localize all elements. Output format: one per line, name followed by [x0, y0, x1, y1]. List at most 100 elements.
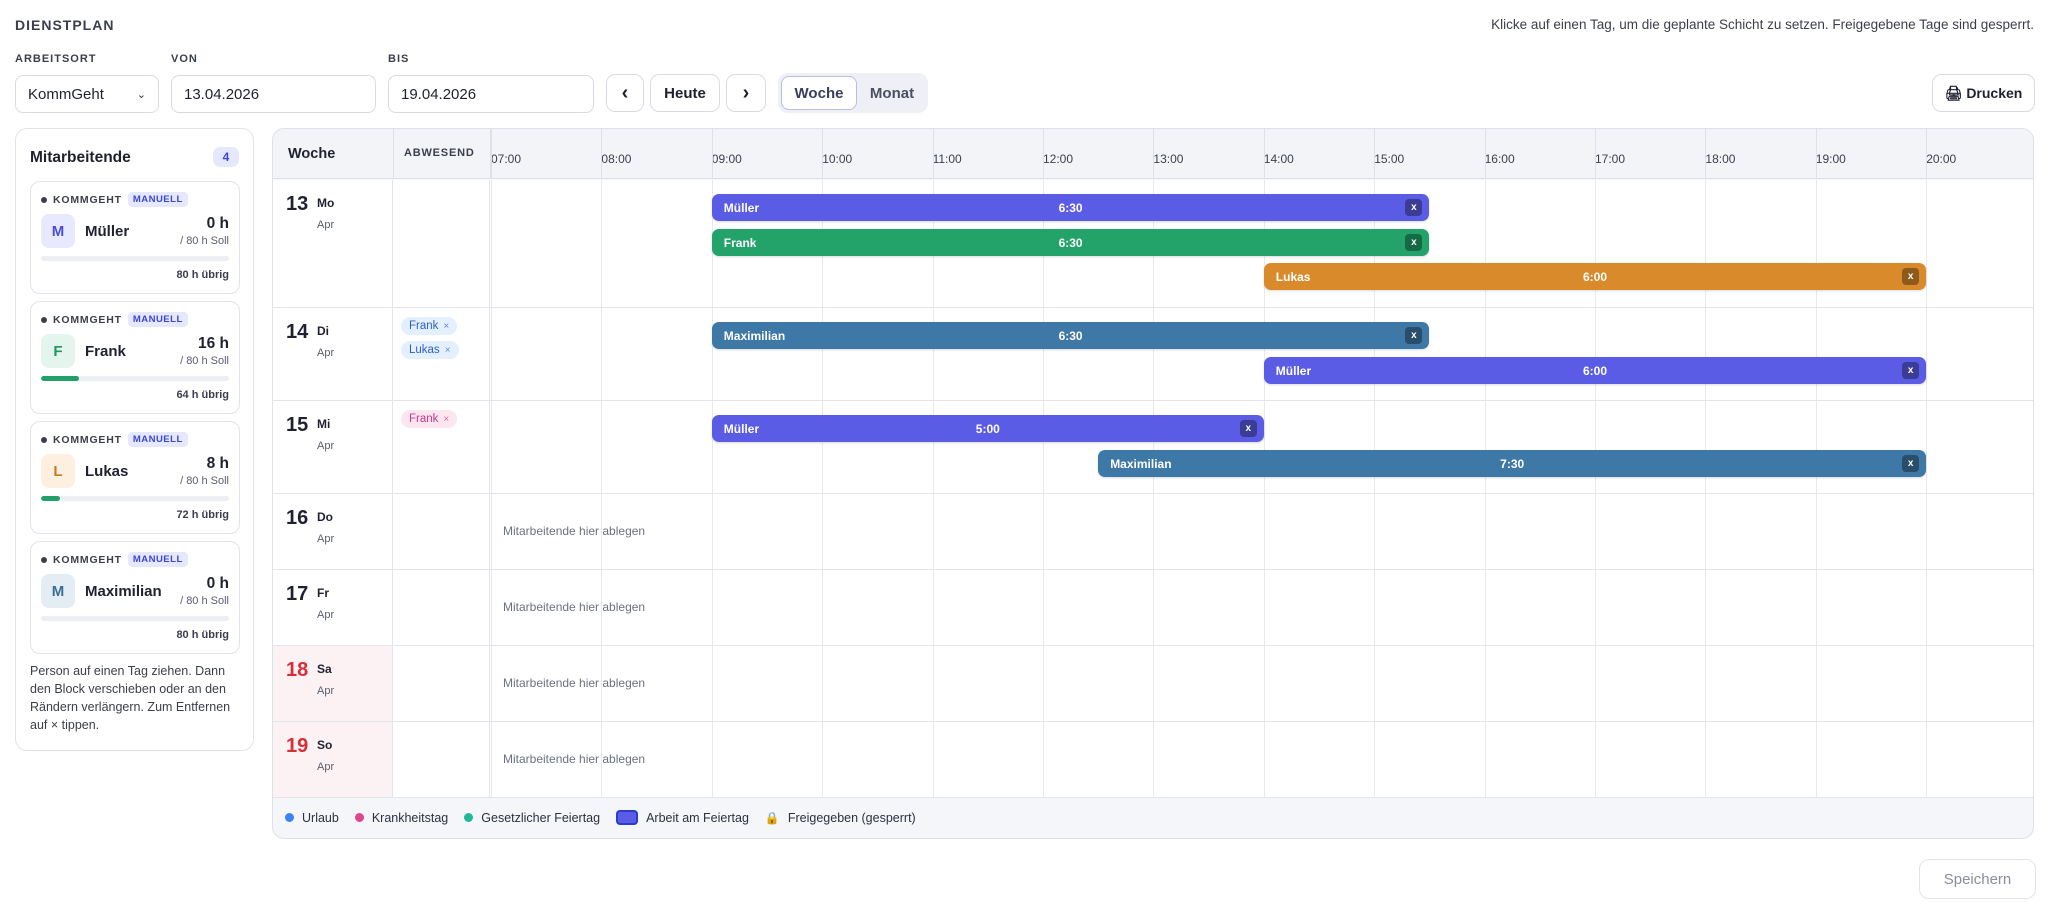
absence-cell[interactable]: Frank × Lukas ×: [393, 308, 490, 400]
shift-duration: 6:30: [1058, 201, 1083, 215]
shift-block[interactable]: Müller 6:30 x: [711, 194, 1430, 221]
absence-cell[interactable]: Frank ×: [393, 401, 490, 493]
to-date-input[interactable]: 19.04.2026: [388, 75, 594, 113]
absence-cell[interactable]: [393, 494, 490, 569]
close-icon[interactable]: x: [1902, 268, 1920, 285]
vacation-chip[interactable]: Frank ×: [401, 317, 458, 335]
day-label-cell: 14 Di Apr: [273, 308, 393, 400]
grid-line: [1043, 722, 1044, 797]
shift-duration: 5:00: [975, 422, 1000, 436]
view-month-button[interactable]: Monat: [859, 76, 925, 110]
close-icon[interactable]: x: [1902, 454, 1920, 472]
sick-chip[interactable]: Frank ×: [401, 410, 458, 428]
employee-card[interactable]: KOMMGEHT MANUELL F Frank 16 h / 80 h Sol…: [30, 301, 240, 414]
employee-location-label: KOMMGEHT: [53, 193, 122, 206]
to-label: BIS: [388, 53, 410, 65]
remove-icon[interactable]: ×: [445, 345, 451, 356]
grid-line: [711, 494, 713, 569]
sick-dot-icon: [354, 813, 364, 822]
prev-week-button[interactable]: ‹: [606, 74, 644, 112]
manual-badge: MANUELL: [127, 432, 188, 447]
sidebar-title: Mitarbeitende: [30, 149, 131, 166]
grid-line: [1815, 722, 1817, 797]
close-icon[interactable]: x: [1405, 327, 1423, 344]
today-button[interactable]: Heute: [650, 74, 720, 112]
hours-progress-bar: [41, 256, 229, 261]
grid-line: [1595, 308, 1596, 400]
legend-locked-label: Freigegeben (gesperrt): [787, 810, 916, 825]
grid-line: [1595, 401, 1596, 493]
manual-badge: MANUELL: [127, 192, 188, 207]
view-week-button[interactable]: Woche: [781, 76, 857, 110]
day-row[interactable]: 19 So Apr Mitarbeitende hier ablegen: [273, 722, 2033, 798]
header-grid-line: [601, 129, 603, 179]
close-icon[interactable]: x: [1902, 361, 1920, 379]
day-row[interactable]: 18 Sa Apr Mitarbeitende hier ablegen: [273, 646, 2033, 722]
save-button[interactable]: Speichern: [1919, 859, 2036, 899]
grid-line: [1595, 722, 1596, 797]
work-holiday-box-icon: [616, 810, 639, 825]
day-name: Di: [317, 324, 329, 338]
close-icon[interactable]: x: [1405, 233, 1423, 251]
vacation-chip[interactable]: Lukas ×: [401, 341, 459, 359]
time-label: 19:00: [1815, 152, 1846, 166]
manual-badge: MANUELL: [127, 552, 188, 567]
shift-block[interactable]: Müller 6:00 x: [1263, 356, 1927, 384]
absence-cell[interactable]: [393, 570, 490, 645]
header-grid-line: [1705, 129, 1707, 179]
close-icon[interactable]: x: [1405, 199, 1423, 216]
shift-block[interactable]: Lukas 6:00 x: [1263, 263, 1927, 290]
location-dot-icon: [41, 556, 47, 563]
time-label: 15:00: [1374, 152, 1405, 166]
absence-name: Frank: [409, 413, 439, 425]
grid-line: [601, 308, 603, 400]
day-row[interactable]: 15 Mi Apr Frank × Müller 5:00 x Maximilian …: [273, 401, 2033, 494]
grid-line: [1484, 570, 1486, 645]
shift-block[interactable]: Frank 6:30 x: [711, 228, 1430, 256]
day-name: Sa: [317, 662, 332, 676]
print-button[interactable]: 🖨 Drucken: [1932, 74, 2035, 112]
time-label: 12:00: [1043, 152, 1074, 166]
next-week-button[interactable]: ›: [726, 74, 766, 112]
hours-progress-bar: [41, 376, 229, 381]
day-row[interactable]: 17 Fr Apr Mitarbeitende hier ablegen: [273, 570, 2033, 646]
drop-hint: Mitarbeitende hier ablegen: [503, 524, 646, 538]
employee-remaining-hours: 80 h übrig: [176, 269, 229, 281]
grid-line: [1374, 646, 1376, 721]
grid-line: [1705, 646, 1707, 721]
avatar: M: [41, 214, 75, 248]
remove-icon[interactable]: ×: [443, 414, 449, 425]
absence-cell[interactable]: [393, 180, 490, 307]
grid-line: [1926, 308, 1928, 400]
day-number: 13: [286, 193, 309, 215]
day-row[interactable]: 13 Mo Apr Müller 6:30 x Frank 6:30 x Lukas…: [273, 180, 2033, 308]
legend: Urlaub Krankheitstag Gesetzlicher Feiert…: [285, 810, 932, 825]
legend-holiday: Gesetzlicher Feiertag: [464, 811, 600, 825]
employee-card[interactable]: KOMMGEHT MANUELL M Maximilian 0 h / 80 h…: [30, 541, 240, 654]
grid-line: [1484, 308, 1486, 400]
time-label: 09:00: [711, 152, 742, 166]
legend-locked: 🔒 Freigegeben (gesperrt): [765, 811, 916, 825]
day-row[interactable]: 14 Di Apr Frank × Lukas × Maximilian 6:30 x M…: [273, 308, 2033, 401]
shift-block[interactable]: Müller 5:00 x: [711, 415, 1264, 442]
day-name: Fr: [317, 586, 329, 600]
grid-line: [1484, 646, 1486, 721]
remove-icon[interactable]: ×: [443, 321, 449, 332]
day-row[interactable]: 16 Do Apr Mitarbeitende hier ablegen: [273, 494, 2033, 570]
employee-card[interactable]: KOMMGEHT MANUELL L Lukas 8 h / 80 h Soll…: [30, 421, 240, 534]
employee-card[interactable]: KOMMGEHT MANUELL M Müller 0 h / 80 h Sol…: [30, 181, 240, 294]
from-date-input[interactable]: 13.04.2026: [171, 75, 376, 113]
absence-cell[interactable]: [393, 646, 490, 721]
grid-line: [1705, 494, 1707, 569]
location-select[interactable]: KommGeht ⌄: [15, 75, 159, 113]
shift-block[interactable]: Maximilian 7:30 x: [1098, 449, 1927, 477]
day-number: 14: [286, 321, 309, 343]
close-icon[interactable]: x: [1239, 420, 1257, 437]
grid-line: [1926, 180, 1928, 307]
avatar: F: [41, 334, 75, 368]
header-grid-line: [1374, 129, 1376, 179]
grid-line: [822, 494, 824, 569]
day-name: So: [317, 738, 333, 752]
shift-block[interactable]: Maximilian 6:30 x: [711, 322, 1430, 349]
absence-cell[interactable]: [393, 722, 490, 797]
